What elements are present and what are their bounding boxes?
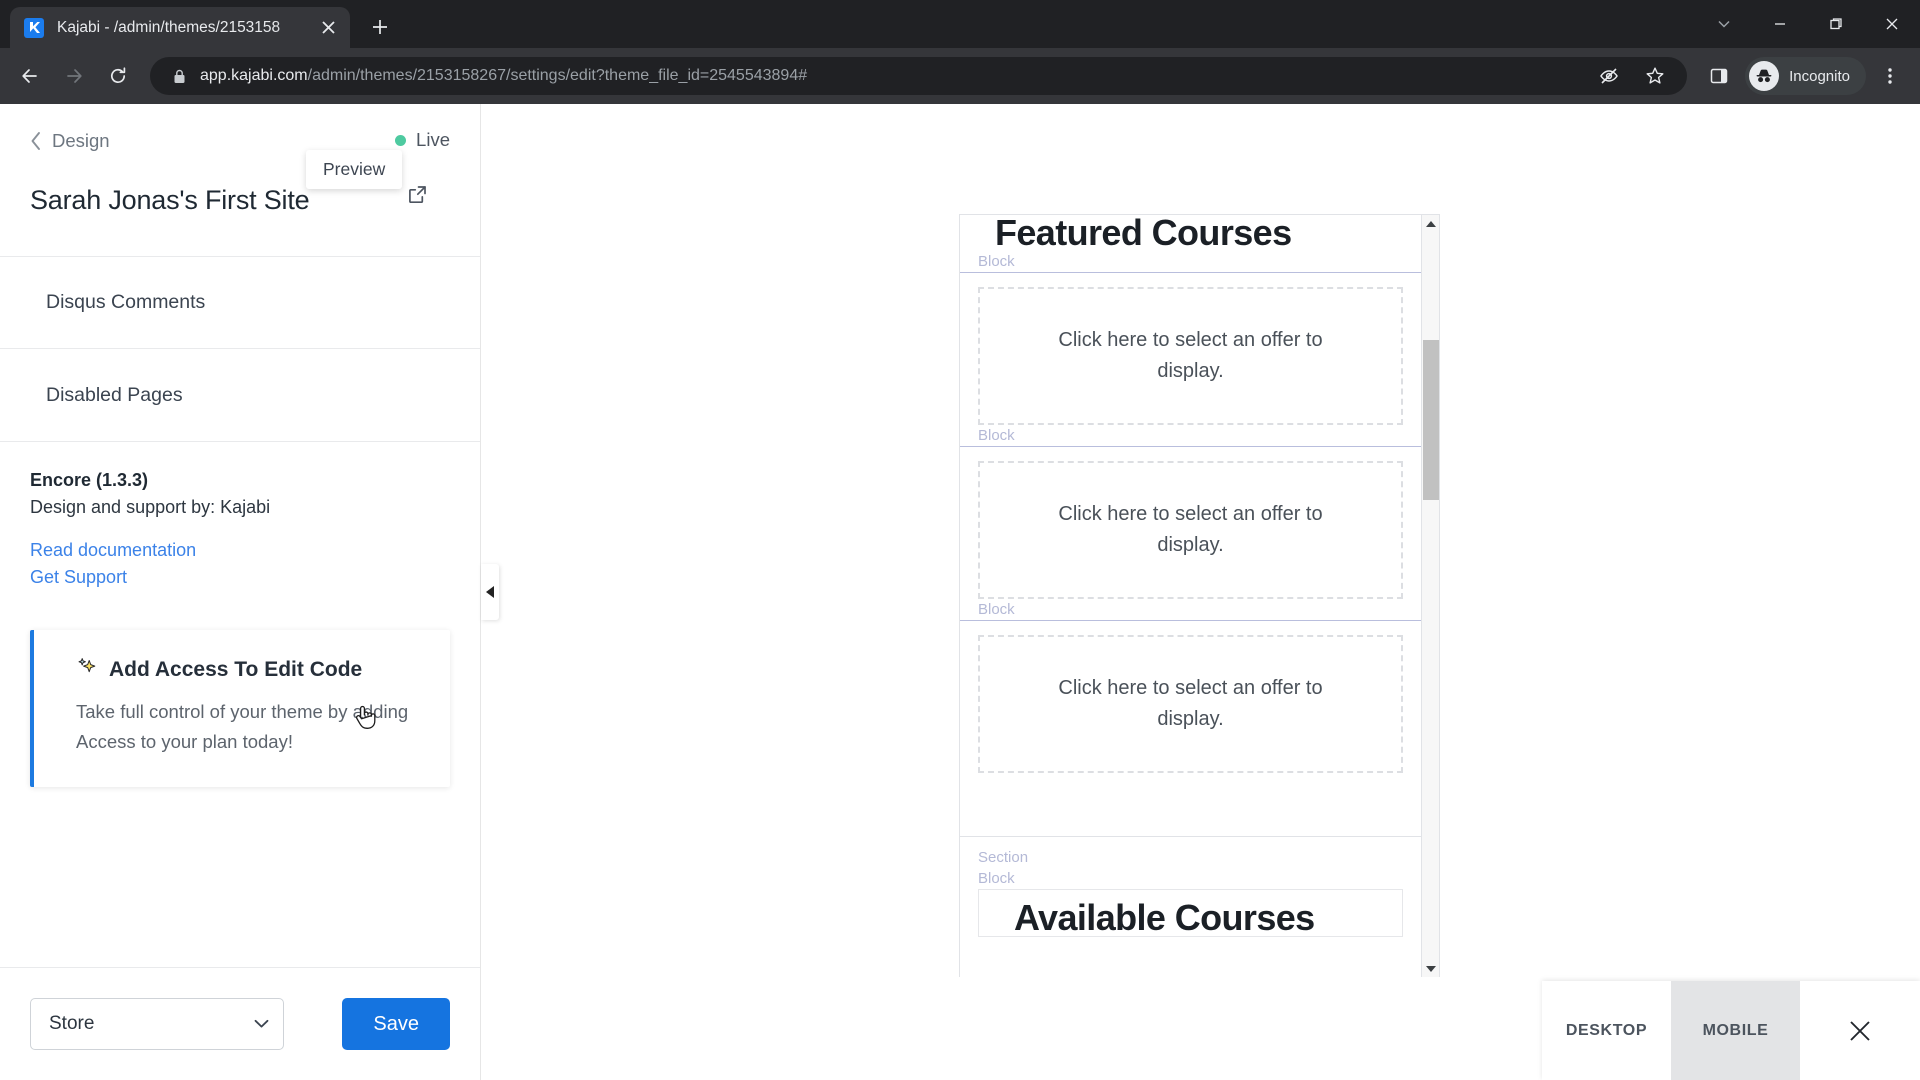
save-button[interactable]: Save: [342, 998, 450, 1050]
page-content: Design Live Sarah Jonas's First Site Pre…: [0, 104, 1920, 1080]
incognito-icon: [1749, 61, 1780, 91]
preview-scrollbar[interactable]: [1421, 215, 1439, 977]
maximize-icon[interactable]: [1808, 0, 1864, 48]
triangle-left-icon: [486, 586, 494, 598]
three-dot-menu-icon[interactable]: [1870, 56, 1910, 96]
promo-title: Add Access To Edit Code: [109, 658, 363, 681]
offer-block[interactable]: Click here to select an offer to display…: [960, 446, 1421, 620]
block-label: Block: [978, 427, 1015, 444]
star-icon[interactable]: [1635, 56, 1675, 96]
window-close-icon[interactable]: [1864, 0, 1920, 48]
address-bar[interactable]: app.kajabi.com/admin/themes/2153158267/s…: [150, 56, 1688, 96]
section-label: Section: [978, 849, 1029, 866]
theme-name: Encore (1.3.3): [30, 470, 149, 490]
scrollbar-thumb[interactable]: [1423, 340, 1439, 500]
status-badge: Live: [395, 129, 450, 151]
reload-icon[interactable]: [98, 56, 138, 96]
chevron-left-icon: [30, 131, 42, 151]
back-arrow-icon[interactable]: [10, 56, 50, 96]
block-label: Block: [978, 601, 1015, 618]
new-tab-button[interactable]: [362, 9, 398, 45]
sidebar-header: Design Live Sarah Jonas's First Site Pre…: [0, 104, 480, 220]
section-heading: Featured Courses: [995, 215, 1292, 253]
read-documentation-link[interactable]: Read documentation: [30, 540, 196, 561]
offer-block[interactable]: Click here to select an offer to display…: [960, 620, 1421, 789]
sparkles-icon: [76, 656, 98, 684]
browser-window: Kajabi - /admin/themes/2153158 app.kajab…: [0, 0, 1920, 1080]
profile-incognito-button[interactable]: Incognito: [1745, 57, 1866, 95]
preview-frame: Featured Courses Block Click here to sel…: [959, 214, 1440, 977]
device-desktop-button[interactable]: DESKTOP: [1542, 981, 1671, 1080]
block-label: Block: [978, 870, 1015, 887]
promo-body: Take full control of your theme by addin…: [76, 701, 409, 752]
block-label: Block: [978, 253, 1015, 270]
theme-settings-sidebar: Design Live Sarah Jonas's First Site Pre…: [0, 104, 481, 1080]
scroll-down-arrow-icon[interactable]: [1422, 960, 1440, 977]
scroll-up-arrow-icon[interactable]: [1422, 215, 1440, 232]
sidebar-footer: Store Save: [0, 967, 480, 1080]
sidebar-item-label: Disabled Pages: [46, 383, 183, 406]
theme-links: Read documentation Get Support: [30, 540, 450, 588]
address-bar-url: app.kajabi.com/admin/themes/2153158267/s…: [200, 67, 1589, 85]
sidebar-item-disabled-pages[interactable]: Disabled Pages: [0, 349, 480, 442]
status-dot-icon: [395, 134, 407, 146]
page-title: Sarah Jonas's First Site: [30, 184, 310, 215]
lock-icon: [168, 69, 190, 84]
window-controls: [1696, 0, 1920, 48]
available-courses-section[interactable]: Section Block Available Courses: [960, 836, 1421, 937]
chevron-down-icon[interactable]: [1696, 0, 1752, 48]
sidebar-collapse-handle[interactable]: [481, 564, 499, 620]
tab-strip: Kajabi - /admin/themes/2153158: [0, 0, 1920, 48]
section-heading: Available Courses: [1014, 897, 1315, 938]
store-select[interactable]: Store: [30, 998, 285, 1050]
tab-close-icon[interactable]: [316, 16, 340, 40]
device-mobile-button[interactable]: MOBILE: [1671, 981, 1800, 1080]
chevron-down-icon: [254, 1017, 269, 1032]
theme-support: Design and support by: Kajabi: [30, 497, 271, 517]
profile-label: Incognito: [1789, 67, 1850, 85]
theme-info: Encore (1.3.3) Design and support by: Ka…: [0, 442, 480, 588]
forward-arrow-icon[interactable]: [54, 56, 94, 96]
side-panel-icon[interactable]: [1699, 56, 1739, 96]
eye-slash-icon[interactable]: [1589, 56, 1629, 96]
kajabi-logo-icon: [24, 17, 44, 38]
offer-placeholder-text: Click here to select an offer to display…: [1058, 503, 1323, 556]
sidebar-item-label: Disqus Comments: [46, 291, 206, 313]
back-label: Design: [52, 130, 110, 151]
offer-placeholder[interactable]: Click here to select an offer to display…: [978, 635, 1403, 773]
offer-placeholder-text: Click here to select an offer to display…: [1058, 677, 1323, 730]
preview-scroll-area[interactable]: Featured Courses Block Click here to sel…: [960, 215, 1421, 977]
browser-tab[interactable]: Kajabi - /admin/themes/2153158: [10, 7, 350, 48]
settings-rows: Disqus Comments Disabled Pages: [0, 256, 480, 442]
theme-preview-canvas: Featured Courses Block Click here to sel…: [481, 104, 1920, 1080]
get-support-link[interactable]: Get Support: [30, 567, 127, 588]
status-label: Live: [416, 129, 450, 150]
featured-courses-heading-block[interactable]: Featured Courses Block: [960, 215, 1421, 272]
external-link-icon[interactable]: [407, 184, 428, 210]
browser-toolbar: app.kajabi.com/admin/themes/2153158267/s…: [0, 48, 1920, 104]
close-icon[interactable]: [1800, 981, 1920, 1080]
store-select-value: Store: [49, 1013, 95, 1034]
omnibox-actions: [1589, 56, 1679, 96]
device-preview-toolbar: DESKTOP MOBILE: [1542, 981, 1920, 1080]
offer-placeholder[interactable]: Click here to select an offer to display…: [978, 287, 1403, 425]
tab-title: Kajabi - /admin/themes/2153158: [57, 18, 281, 36]
offer-block[interactable]: Click here to select an offer to display…: [960, 272, 1421, 446]
sidebar-item-disqus-comments[interactable]: Disqus Comments: [0, 256, 480, 349]
preview-tooltip: Preview: [306, 150, 403, 189]
url-path: /admin/themes/2153158267/settings/edit?t…: [307, 67, 808, 84]
offer-placeholder[interactable]: Click here to select an offer to display…: [978, 461, 1403, 599]
url-host: app.kajabi.com: [200, 67, 308, 84]
add-access-promo-card[interactable]: Add Access To Edit Code Take full contro…: [30, 630, 450, 787]
offer-placeholder-text: Click here to select an offer to display…: [1058, 329, 1323, 382]
minimize-icon[interactable]: [1752, 0, 1808, 48]
promo-title-row: Add Access To Edit Code: [76, 656, 420, 684]
